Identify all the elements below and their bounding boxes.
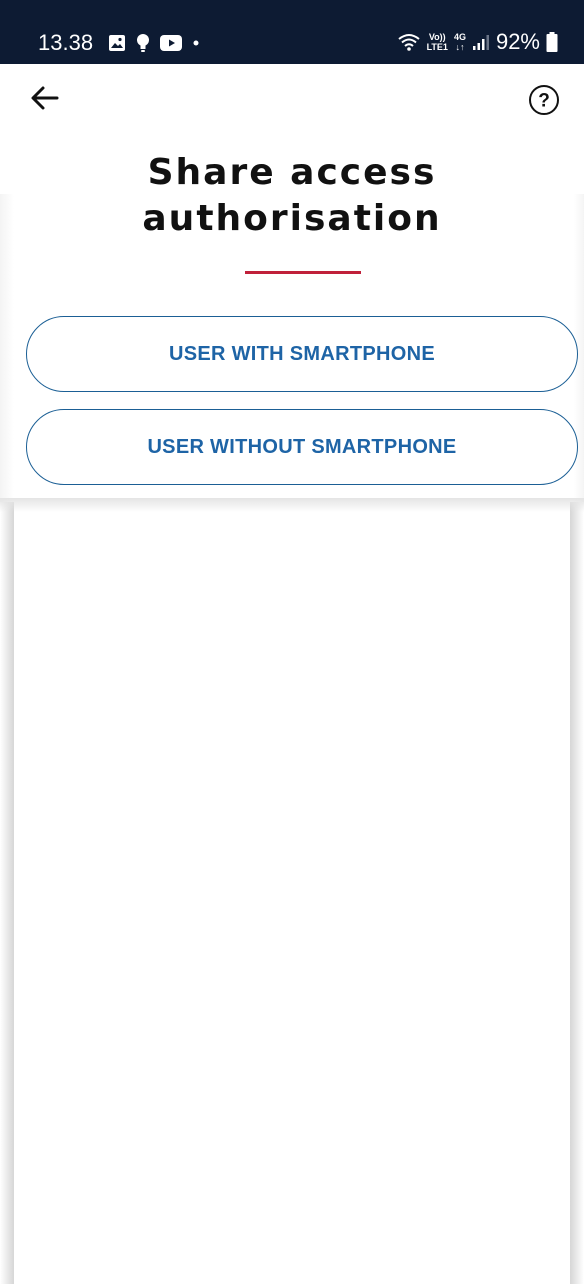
status-time: 13.38 [38, 30, 94, 55]
dot-icon [193, 40, 199, 46]
empty-panel [14, 502, 570, 1284]
title-underline [245, 271, 361, 274]
bulb-icon [137, 34, 149, 52]
help-glyph: ? [538, 91, 550, 112]
screen: 13.38 Vo)) LTE1 4G ↓↑ 92% ? Share access… [0, 0, 584, 1284]
network-arrows: ↓↑ [455, 42, 465, 52]
user-without-smartphone-button[interactable]: USER WITHOUT SMARTPHONE [26, 409, 578, 485]
help-button[interactable]: ? [528, 84, 560, 116]
content-card: ? Share access authorisation USER WITH S… [0, 64, 584, 566]
battery-icon [546, 32, 558, 52]
signal-icon [472, 35, 489, 50]
panel-shade-left [0, 502, 14, 1284]
question-circle-icon: ? [529, 85, 559, 115]
volte-top-label: Vo)) [428, 32, 446, 42]
volte-icon: Vo)) LTE1 [427, 32, 448, 52]
user-with-smartphone-button[interactable]: USER WITH SMARTPHONE [26, 316, 578, 392]
network-label: 4G [453, 32, 466, 42]
page-title: Share access authorisation [142, 152, 442, 239]
volte-bottom-label: LTE1 [426, 42, 448, 52]
status-left-icons [108, 32, 200, 54]
back-button[interactable] [24, 78, 68, 118]
panel-shade-top [0, 498, 584, 512]
wifi-icon [397, 34, 420, 51]
battery-text: 92% [495, 29, 540, 54]
user-without-smartphone-label: USER WITHOUT SMARTPHONE [147, 435, 457, 458]
status-right: Vo)) LTE1 4G ↓↑ 92% [397, 28, 558, 56]
arrow-left-icon [31, 86, 59, 110]
header-row: ? [0, 64, 584, 134]
youtube-icon [160, 35, 182, 51]
panel-shade-right [570, 502, 584, 1284]
status-bar: 13.38 Vo)) LTE1 4G ↓↑ 92% [0, 0, 584, 64]
gallery-icon [109, 35, 125, 51]
4g-icon: 4G ↓↑ [454, 32, 466, 52]
user-with-smartphone-label: USER WITH SMARTPHONE [169, 342, 435, 365]
